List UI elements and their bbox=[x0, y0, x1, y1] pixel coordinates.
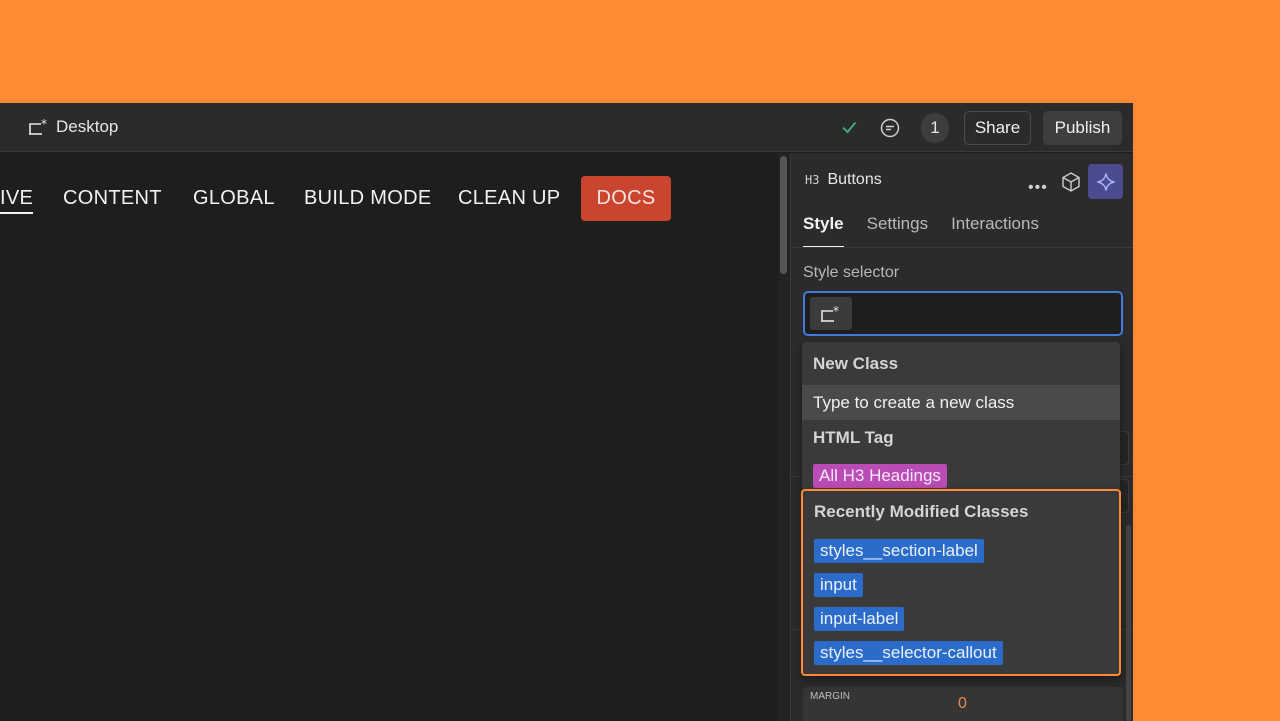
class-tag[interactable]: input-label bbox=[814, 607, 905, 631]
nav-item-global[interactable]: GLOBAL bbox=[193, 187, 275, 210]
class-tag[interactable]: styles__section-label bbox=[814, 539, 984, 563]
element-name: Buttons bbox=[827, 171, 882, 188]
panel-scrollbar[interactable] bbox=[1126, 525, 1131, 721]
tabs-divider bbox=[791, 247, 1133, 248]
class-dropdown: New Class Type to create a new class HTM… bbox=[802, 342, 1120, 489]
component-icon[interactable] bbox=[1060, 171, 1082, 193]
breakpoint-label: Desktop bbox=[56, 117, 119, 136]
nav-item-clean-up[interactable]: CLEAN UP bbox=[458, 187, 560, 210]
comment-icon[interactable] bbox=[879, 117, 901, 139]
recently-modified-classes: Recently Modified Classes styles__sectio… bbox=[801, 489, 1121, 676]
desktop-breakpoint-icon: * bbox=[821, 305, 839, 322]
new-class-heading: New Class bbox=[813, 354, 899, 373]
style-selector-label: Style selector bbox=[803, 264, 900, 281]
desktop-breakpoint-icon: * bbox=[28, 117, 50, 136]
style-selector-input[interactable] bbox=[860, 293, 1115, 334]
breakpoint-selector[interactable]: * Desktop bbox=[28, 117, 118, 137]
style-selector-field[interactable]: * bbox=[803, 291, 1123, 336]
html-tag-heading: HTML Tag bbox=[813, 428, 894, 447]
margin-label: MARGIN bbox=[810, 691, 850, 702]
class-tag[interactable]: styles__selector-callout bbox=[814, 641, 1003, 665]
share-button[interactable]: Share bbox=[964, 111, 1031, 145]
nav-item-content[interactable]: CONTENT bbox=[63, 187, 162, 210]
collaborator-count-badge[interactable]: 1 bbox=[921, 113, 949, 143]
nav-item-build-mode[interactable]: BUILD MODE bbox=[304, 187, 431, 210]
ai-assistant-button[interactable] bbox=[1088, 164, 1123, 199]
class-tag[interactable]: input bbox=[814, 573, 863, 597]
margin-editor[interactable]: MARGIN 0 bbox=[803, 687, 1123, 721]
sparkle-icon bbox=[1096, 172, 1115, 191]
tab-settings[interactable]: Settings bbox=[867, 214, 928, 248]
docs-button[interactable]: DOCS bbox=[581, 176, 671, 221]
tab-style[interactable]: Style bbox=[803, 214, 844, 248]
nav-item-responsive[interactable]: IVE bbox=[0, 187, 34, 214]
html-tag-pill[interactable]: All H3 Headings bbox=[813, 464, 947, 488]
create-class-option[interactable]: Type to create a new class bbox=[802, 385, 1120, 420]
more-options-icon[interactable]: ••• bbox=[1028, 179, 1048, 197]
design-canvas[interactable]: IVE CONTENT GLOBAL BUILD MODE CLEAN UP D… bbox=[0, 153, 778, 721]
tab-interactions[interactable]: Interactions bbox=[951, 214, 1039, 248]
panel-tabs: Style Settings Interactions bbox=[803, 214, 1039, 248]
svg-text:*: * bbox=[833, 305, 839, 318]
breakpoint-chip[interactable]: * bbox=[810, 297, 852, 330]
top-bar: * Desktop 1 Share Publish bbox=[0, 103, 1133, 152]
svg-text:*: * bbox=[41, 118, 47, 131]
publish-button[interactable]: Publish bbox=[1043, 111, 1122, 145]
recent-classes-heading: Recently Modified Classes bbox=[814, 502, 1029, 521]
canvas-scrollbar-thumb[interactable] bbox=[780, 156, 787, 274]
selected-element: H3 Buttons bbox=[805, 171, 882, 189]
check-icon bbox=[842, 121, 857, 134]
element-tag: H3 bbox=[805, 173, 820, 187]
margin-top-value[interactable]: 0 bbox=[958, 695, 967, 713]
